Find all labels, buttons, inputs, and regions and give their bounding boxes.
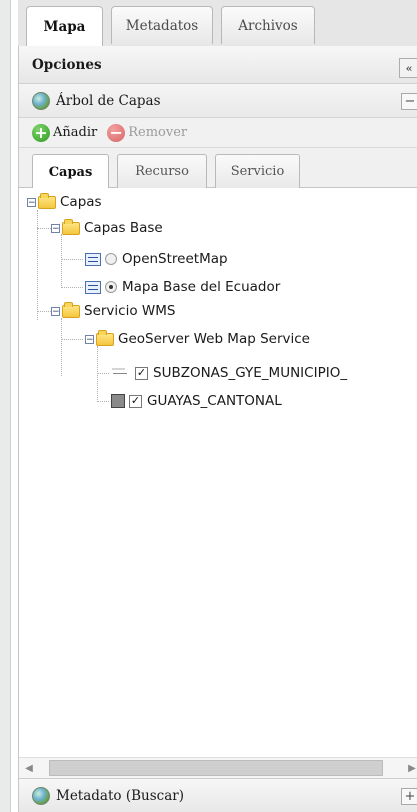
- tree-node-capas[interactable]: − Capas: [27, 191, 102, 213]
- add-layer-button[interactable]: + Añadir: [32, 123, 98, 142]
- remove-layer-label: Remover: [128, 125, 188, 140]
- tree-label-root: Capas: [60, 194, 102, 210]
- metadata-search-title: Metadato (Buscar): [56, 787, 184, 804]
- options-panel: Opciones « Árbol de Capas − + Añadir − R…: [18, 46, 417, 812]
- checkbox-subzonas[interactable]: ✓: [135, 366, 148, 380]
- tree-label-base-group: Capas Base: [84, 220, 163, 236]
- collapse-toggle-icon[interactable]: −: [27, 197, 36, 207]
- horizontal-scrollbar[interactable]: ◀ ▶: [19, 757, 417, 778]
- tree-guide-line: [61, 259, 83, 260]
- options-header: Opciones «: [19, 46, 417, 84]
- remove-layer-button[interactable]: − Remover: [107, 123, 188, 142]
- tab-archivos[interactable]: Archivos: [221, 6, 315, 44]
- plus-circle-icon: +: [32, 123, 50, 142]
- tree-guide-line: [97, 346, 98, 402]
- expand-metadata-button[interactable]: +: [401, 788, 417, 805]
- subtab-recurso[interactable]: Recurso: [117, 154, 207, 188]
- globe-icon: [32, 786, 50, 805]
- collapse-panel-button[interactable]: «: [399, 58, 417, 78]
- main-tabs: Mapa Metadatos Archivos: [18, 0, 417, 47]
- tree-node-openstreetmap[interactable]: OpenStreetMap: [85, 248, 228, 270]
- tree-label-wms-group: Servicio WMS: [84, 303, 176, 319]
- add-layer-label: Añadir: [53, 125, 98, 140]
- collapse-toggle-icon[interactable]: −: [85, 334, 94, 344]
- tree-guide-line: [97, 401, 109, 402]
- scroll-left-icon[interactable]: ◀: [23, 762, 35, 774]
- tree-node-servicio-wms[interactable]: − Servicio WMS: [51, 300, 175, 322]
- subtab-servicio[interactable]: Servicio: [215, 154, 300, 188]
- folder-icon: [96, 329, 114, 346]
- tree-node-geoserver[interactable]: − GeoServer Web Map Service: [85, 328, 310, 350]
- tree-label-geoserver: GeoServer Web Map Service: [118, 331, 310, 347]
- tree-guide-line: [37, 210, 38, 320]
- layer-tree: − Capas − Capas Base OpenStreetMap Mapa …: [19, 188, 417, 728]
- left-frame-edge: [0, 0, 11, 812]
- folder-icon: [38, 192, 56, 209]
- collapse-layer-tree-button[interactable]: −: [401, 93, 417, 110]
- layer-tree-title: Árbol de Capas: [56, 92, 161, 109]
- tree-node-subzonas[interactable]: ✓ SUBZONAS_GYE_MUNICIPIO_: [111, 362, 347, 384]
- tree-guide-line: [97, 373, 109, 374]
- globe-icon: [32, 91, 50, 110]
- tree-label-guayas-cantonal: GUAYAS_CANTONAL: [147, 393, 282, 409]
- folder-icon: [62, 301, 80, 318]
- tree-node-capas-base[interactable]: − Capas Base: [51, 217, 163, 239]
- scrollbar-thumb[interactable]: [49, 760, 383, 776]
- layer-icon: [85, 252, 101, 266]
- minus-circle-icon: −: [107, 123, 126, 142]
- layer-subtabs: Capas Recurso Servicio: [19, 148, 417, 189]
- collapse-toggle-icon[interactable]: −: [51, 223, 60, 233]
- gray-legend-icon: [111, 394, 125, 408]
- tree-label-openstreetmap: OpenStreetMap: [122, 251, 228, 267]
- scroll-right-icon[interactable]: ▶: [406, 762, 417, 774]
- tree-node-mapa-base-ecuador[interactable]: Mapa Base del Ecuador: [85, 276, 280, 298]
- options-title: Opciones: [32, 56, 102, 73]
- tab-mapa[interactable]: Mapa: [26, 6, 103, 47]
- tree-guide-line: [61, 287, 83, 288]
- tree-label-mapa-base-ecuador: Mapa Base del Ecuador: [122, 279, 281, 295]
- tree-guide-line: [61, 234, 62, 286]
- folder-icon: [62, 218, 80, 235]
- checkbox-guayas-cantonal[interactable]: ✓: [129, 394, 142, 408]
- metadata-search-header[interactable]: Metadato (Buscar) +: [19, 778, 417, 812]
- tree-guide-line: [61, 318, 62, 376]
- radio-openstreetmap[interactable]: [105, 253, 117, 265]
- layer-icon: [85, 280, 101, 294]
- collapse-toggle-icon[interactable]: −: [51, 306, 60, 316]
- layer-tree-header[interactable]: Árbol de Capas −: [19, 84, 417, 118]
- layer-toolbar: + Añadir − Remover: [19, 118, 417, 148]
- tree-node-guayas-cantonal[interactable]: ✓ GUAYAS_CANTONAL: [111, 390, 282, 412]
- legend-icon: [111, 367, 131, 379]
- radio-mapa-base-ecuador[interactable]: [105, 281, 117, 293]
- tree-guide-line: [61, 339, 83, 340]
- subtab-capas[interactable]: Capas: [32, 154, 109, 189]
- tab-metadatos[interactable]: Metadatos: [111, 6, 213, 44]
- tree-label-subzonas: SUBZONAS_GYE_MUNICIPIO_: [153, 365, 348, 381]
